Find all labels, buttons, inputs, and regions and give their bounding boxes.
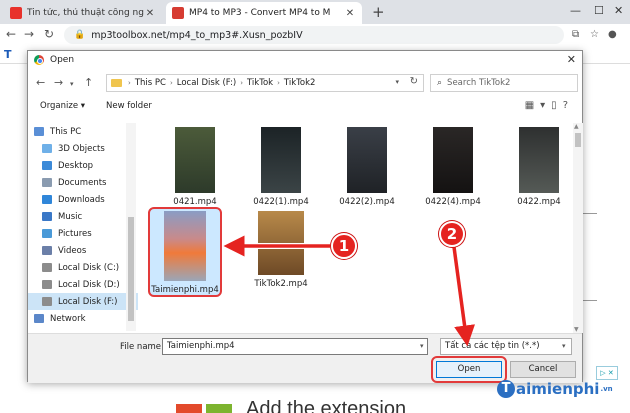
annotation-arrows bbox=[223, 235, 476, 347]
brand-text: aimienphi bbox=[516, 380, 600, 398]
taimienphi-watermark: Taimienphi .vn bbox=[497, 380, 613, 398]
arrow-to-open bbox=[452, 246, 476, 347]
brand-suffix: .vn bbox=[600, 385, 613, 393]
step-badge-1: 1 bbox=[331, 233, 357, 259]
brand-logo-icon: T bbox=[497, 380, 515, 398]
step-badge-2: 2 bbox=[439, 221, 465, 247]
